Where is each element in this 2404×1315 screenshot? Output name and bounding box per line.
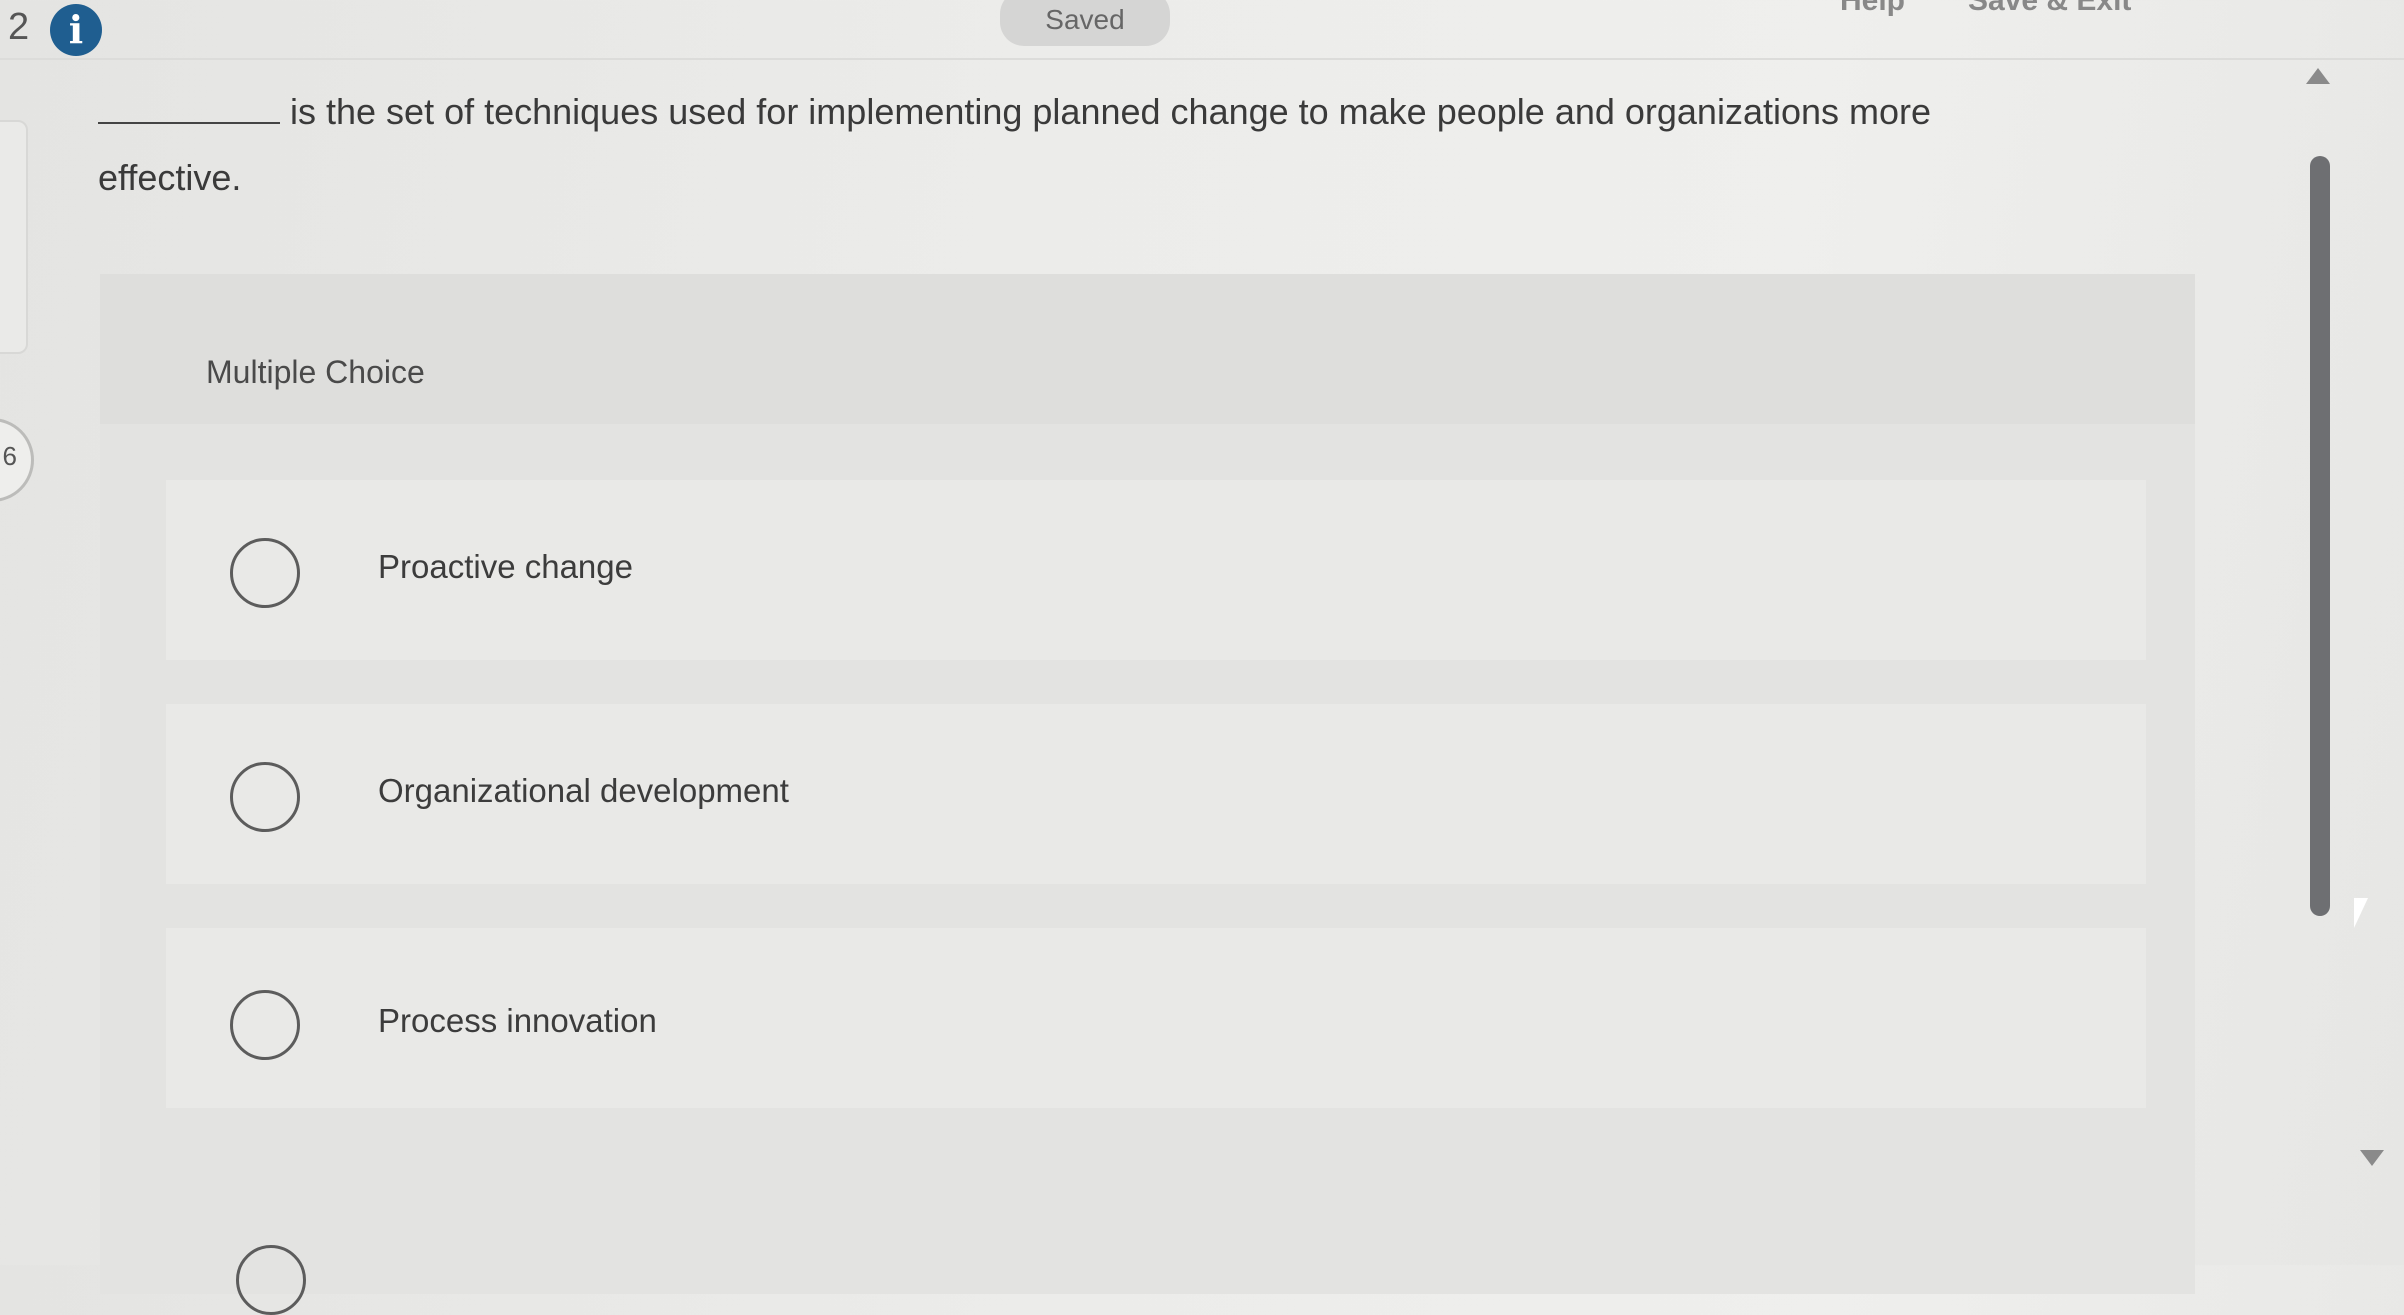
scrollbar-thumb[interactable] xyxy=(2310,156,2330,916)
saved-status-badge: Saved xyxy=(1000,0,1170,46)
question-prompt: is the set of techniques used for implem… xyxy=(98,78,2078,211)
radio-button-1[interactable] xyxy=(230,538,300,608)
radio-button-2[interactable] xyxy=(230,762,300,832)
top-bar: 2 i Saved Help Save & Exit xyxy=(0,0,2404,60)
answer-option-1[interactable]: Proactive change xyxy=(166,480,2146,660)
question-type-label: Multiple Choice xyxy=(206,354,425,390)
info-icon[interactable]: i xyxy=(50,4,102,56)
help-link[interactable]: Help xyxy=(1840,0,1905,18)
radio-button-4-partial[interactable] xyxy=(236,1245,306,1315)
answer-option-2[interactable]: Organizational development xyxy=(166,704,2146,884)
option-label-1: Proactive change xyxy=(378,548,633,585)
mouse-pointer-icon xyxy=(2354,898,2368,928)
question-number: 2 xyxy=(8,6,30,48)
progress-indicator[interactable]: 6 xyxy=(0,418,34,502)
progress-number: 6 xyxy=(2,441,17,471)
answer-card: Multiple Choice Proactive change Organiz… xyxy=(100,274,2195,1294)
radio-button-3[interactable] xyxy=(230,990,300,1060)
question-text: is the set of techniques used for implem… xyxy=(98,91,1932,198)
save-exit-button[interactable]: Save & Exit xyxy=(1968,0,2131,18)
answer-card-header: Multiple Choice xyxy=(100,274,2195,424)
option-label-2: Organizational development xyxy=(378,772,789,809)
side-panel-tab[interactable] xyxy=(0,120,28,354)
triangle-down-icon[interactable] xyxy=(2360,1150,2384,1166)
answer-option-3[interactable]: Process innovation xyxy=(166,928,2146,1108)
fill-in-blank xyxy=(98,78,280,124)
triangle-up-icon[interactable] xyxy=(2306,68,2330,84)
option-label-3: Process innovation xyxy=(378,1002,657,1039)
